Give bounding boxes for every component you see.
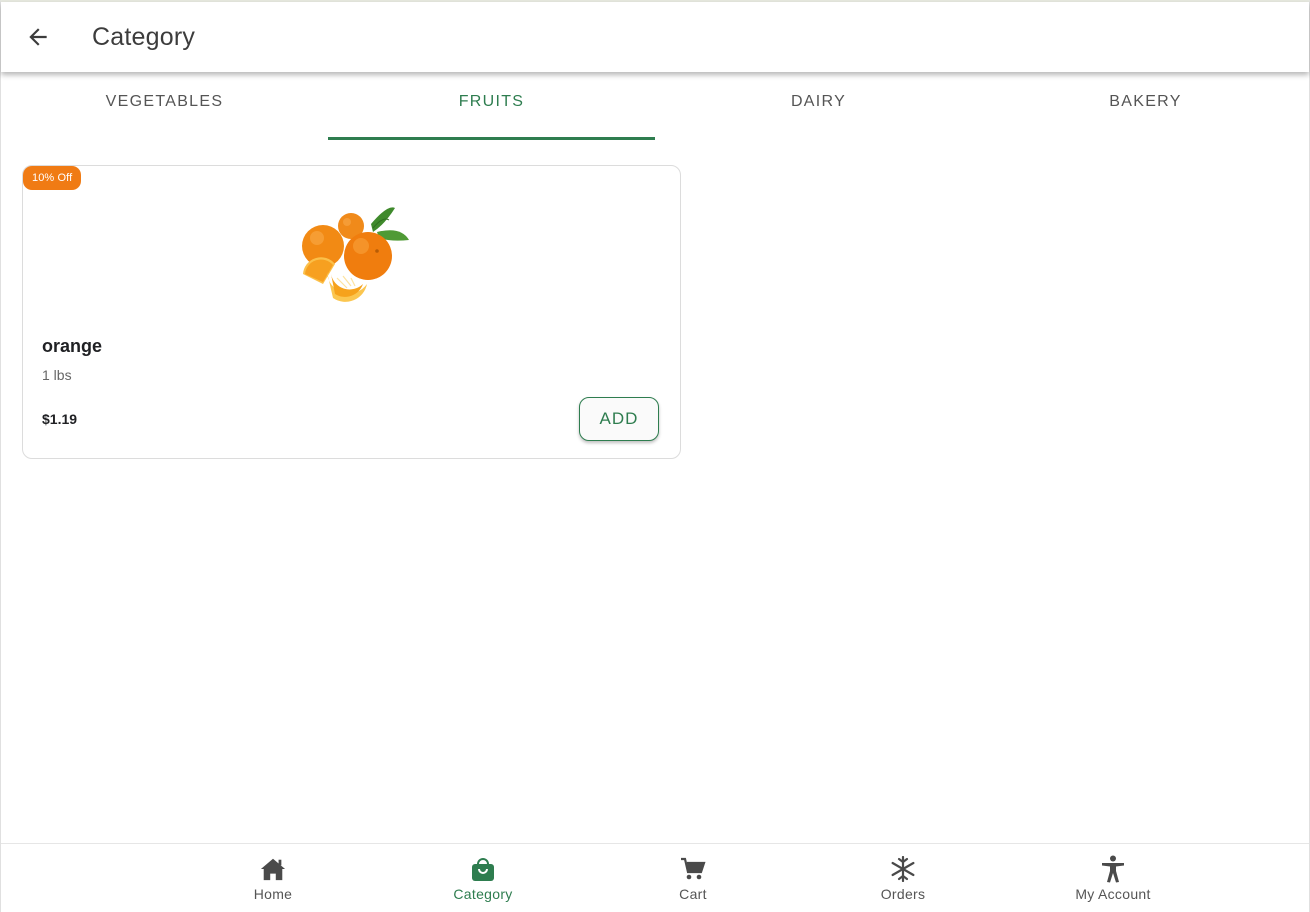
- product-card[interactable]: 10% Off orange 1 lbs $1.19 ADD: [22, 165, 681, 459]
- tab-label: BAKERY: [1109, 93, 1182, 110]
- active-tab-indicator: [328, 137, 655, 140]
- discount-badge: 10% Off: [23, 166, 82, 190]
- tab-label: DAIRY: [790, 93, 847, 110]
- nav-label: Cart: [679, 886, 707, 902]
- nav-label: Home: [253, 886, 293, 902]
- page-title: Category: [92, 22, 196, 51]
- accessibility-icon: [1102, 855, 1124, 883]
- nav-label: Category: [453, 886, 513, 902]
- nav-orders[interactable]: Orders: [833, 844, 973, 912]
- nav-cart[interactable]: Cart: [623, 844, 763, 912]
- orange-fruit-image: [302, 207, 409, 302]
- tab-label: FRUITS: [458, 93, 525, 110]
- product-unit: 1 lbs: [42, 367, 72, 383]
- tab-dairy[interactable]: DAIRY: [655, 72, 982, 140]
- product-price: $1.19: [42, 411, 78, 427]
- product-name: orange: [42, 336, 103, 356]
- nav-home[interactable]: Home: [203, 844, 343, 912]
- arrow-left-icon: [29, 28, 47, 46]
- tab-bakery[interactable]: BAKERY: [982, 72, 1309, 140]
- nav-category[interactable]: Category: [413, 844, 553, 912]
- app-screen: Category VEGETABLES FRUITS DAIRY BAKERY …: [0, 0, 1310, 912]
- tab-label: VEGETABLES: [105, 93, 224, 110]
- bottom-navigation: Home Category Cart Orders My Account: [1, 843, 1309, 912]
- nav-label: Orders: [880, 886, 926, 902]
- home-icon: [260, 858, 286, 881]
- cart-icon: [681, 857, 706, 880]
- snowflake-icon: [891, 856, 915, 882]
- nav-my-account[interactable]: My Account: [1043, 844, 1183, 912]
- nav-label: My Account: [1075, 886, 1151, 902]
- app-bar: Category: [1, 2, 1309, 72]
- shopping-bag-icon: [472, 858, 494, 881]
- category-tabs: VEGETABLES FRUITS DAIRY BAKERY: [1, 72, 1309, 140]
- tab-fruits[interactable]: FRUITS: [328, 72, 655, 140]
- add-to-cart-button[interactable]: ADD: [579, 397, 659, 441]
- back-button[interactable]: [23, 22, 53, 52]
- tab-vegetables[interactable]: VEGETABLES: [1, 72, 328, 140]
